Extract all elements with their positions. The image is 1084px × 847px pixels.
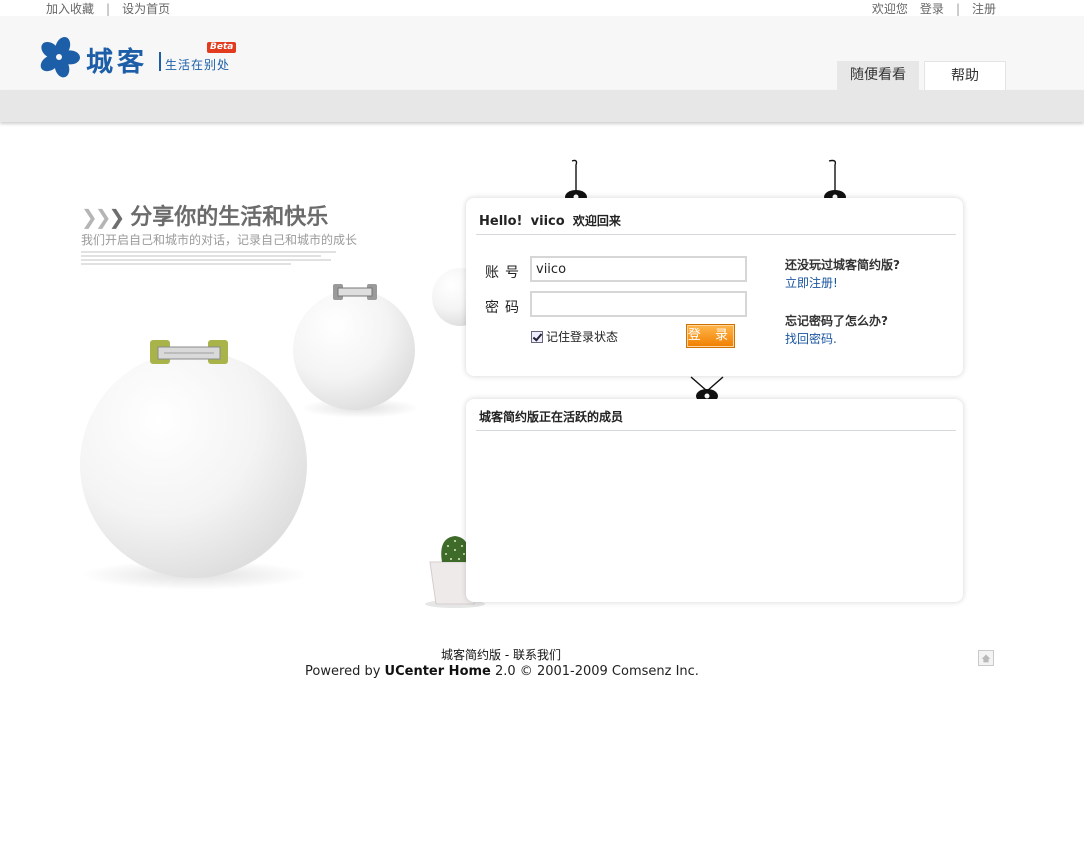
powered-prefix: Powered by <box>305 664 381 679</box>
hello-text: Hello! <box>479 214 523 229</box>
header-band <box>0 90 1084 122</box>
checkbox-checked-icon[interactable] <box>531 331 543 343</box>
top-separator: | <box>955 2 960 16</box>
add-bookmark-link[interactable]: 加入收藏 <box>46 2 94 16</box>
powered-product[interactable]: UCenter Home <box>385 664 491 679</box>
panel-divider <box>476 234 956 235</box>
top-login-link[interactable]: 登录 <box>920 2 944 16</box>
tab-help[interactable]: 帮助 <box>924 61 1006 90</box>
active-members-panel: 城客简约版正在活跃的成员 <box>466 399 963 602</box>
remember-checkbox[interactable]: 记住登录状态 <box>531 328 618 345</box>
account-input[interactable] <box>530 256 747 282</box>
footer-separator: - <box>504 648 510 662</box>
set-homepage-link[interactable]: 设为首页 <box>122 2 170 16</box>
welcome-back-text: 欢迎回来 <box>572 214 621 228</box>
hanger-icon <box>565 159 587 202</box>
password-input[interactable] <box>530 291 747 317</box>
no-account-question: 还没玩过城客简约版? <box>785 258 900 272</box>
brand-slogan: 生活在别处 <box>165 58 231 72</box>
panel-divider <box>476 430 956 431</box>
top-bar: 加入收藏 | 设为首页 欢迎您 登录 | 注册 <box>38 0 1006 16</box>
account-label: 账号 <box>485 265 525 281</box>
welcome-text: 欢迎您 <box>871 2 908 16</box>
login-button[interactable]: 登 录 <box>686 324 735 348</box>
forgot-question: 忘记密码了怎么办? <box>785 314 888 328</box>
clip-icon <box>150 340 228 364</box>
decor-ball-large <box>80 351 307 578</box>
flower-logo-icon <box>40 36 80 78</box>
username-text: viico <box>530 214 565 229</box>
powered-suffix: 2.0 © 2001-2009 Comsenz Inc. <box>495 664 699 679</box>
brand-name: 城客 <box>86 47 148 78</box>
clip-icon <box>333 284 377 300</box>
hero-subtitle: 我们开启自己和城市的对话，记录自己和城市的成长 <box>81 233 358 247</box>
top-bar-left: 加入收藏 | 设为首页 <box>46 0 170 17</box>
hanger-icon <box>690 376 724 401</box>
footer-site-link[interactable]: 城客简约版 <box>441 648 501 662</box>
hero-title-text: 分享你的生活和快乐 <box>130 205 329 230</box>
footer-links: 城客简约版 - 联系我们 <box>0 646 1002 663</box>
decor-ball-medium <box>293 290 415 410</box>
home-up-icon[interactable] <box>978 650 994 666</box>
login-panel-title: Hello! viico 欢迎回来 <box>479 212 621 229</box>
top-separator: | <box>106 2 111 16</box>
active-members-title: 城客简约版正在活跃的成员 <box>479 410 624 424</box>
remember-label: 记住登录状态 <box>546 330 619 344</box>
register-now-link[interactable]: 立即注册! <box>785 274 838 291</box>
powered-by: Powered by UCenter Home 2.0 © 2001-2009 … <box>0 664 1004 679</box>
hero-fine-print <box>81 251 341 267</box>
recover-password-link[interactable]: 找回密码. <box>785 330 837 347</box>
login-panel: Hello! viico 欢迎回来 账号 密码 记住登录状态 登 录 还没玩过城… <box>466 198 963 376</box>
contact-us-link[interactable]: 联系我们 <box>513 648 561 662</box>
site-logo[interactable]: 城客 生活在别处 Beta <box>38 36 248 80</box>
chevrons-icon: ❯❯❯ <box>81 205 125 229</box>
beta-badge: Beta <box>207 42 237 53</box>
hero-title: ❯❯❯ 分享你的生活和快乐 <box>81 199 328 231</box>
top-bar-right: 欢迎您 登录 | 注册 <box>872 0 996 17</box>
logo-divider <box>159 52 161 71</box>
tab-random[interactable]: 随便看看 <box>837 61 919 90</box>
password-label: 密码 <box>485 300 525 316</box>
top-register-link[interactable]: 注册 <box>972 2 996 16</box>
hanger-icon <box>824 159 846 202</box>
